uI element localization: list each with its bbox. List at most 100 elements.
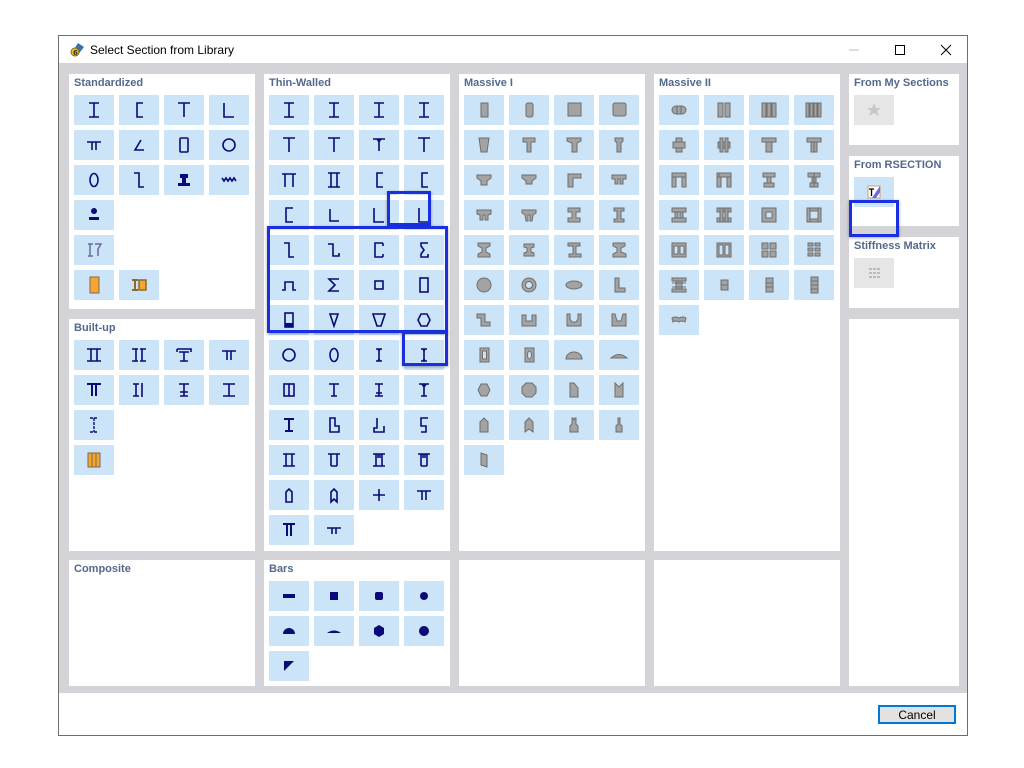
section-type-tile[interactable] <box>269 305 309 335</box>
cancel-button[interactable]: Cancel <box>878 705 956 724</box>
section-type-tile[interactable] <box>404 581 444 611</box>
section-type-tile[interactable] <box>464 375 504 405</box>
section-type-tile[interactable] <box>404 305 444 335</box>
section-type-tile[interactable] <box>269 130 309 160</box>
section-type-tile[interactable] <box>119 270 159 300</box>
section-type-tile[interactable] <box>599 375 639 405</box>
section-type-tile[interactable] <box>359 445 399 475</box>
section-type-tile[interactable] <box>749 200 789 230</box>
section-type-tile[interactable] <box>314 130 354 160</box>
section-type-tile[interactable] <box>509 130 549 160</box>
section-type-tile[interactable] <box>464 200 504 230</box>
section-type-tile[interactable] <box>209 130 249 160</box>
section-type-tile[interactable] <box>404 235 444 265</box>
section-type-tile[interactable] <box>854 258 894 288</box>
section-type-tile[interactable] <box>794 235 834 265</box>
section-type-tile[interactable] <box>74 340 114 370</box>
section-type-tile[interactable] <box>119 165 159 195</box>
section-type-tile[interactable] <box>74 165 114 195</box>
section-type-tile[interactable] <box>164 375 204 405</box>
section-type-tile[interactable] <box>74 130 114 160</box>
section-type-tile[interactable] <box>509 235 549 265</box>
section-type-tile[interactable] <box>74 445 114 475</box>
section-type-tile[interactable] <box>404 200 444 230</box>
section-type-tile[interactable] <box>464 305 504 335</box>
section-type-tile[interactable] <box>509 165 549 195</box>
section-type-tile[interactable] <box>464 445 504 475</box>
section-type-tile[interactable] <box>314 165 354 195</box>
section-type-tile[interactable] <box>269 651 309 681</box>
section-type-tile[interactable] <box>704 95 744 125</box>
section-type-tile[interactable] <box>659 305 699 335</box>
section-type-tile[interactable] <box>269 445 309 475</box>
section-type-tile[interactable] <box>314 270 354 300</box>
maximize-button[interactable] <box>877 36 923 63</box>
section-type-tile[interactable] <box>464 270 504 300</box>
section-type-tile[interactable] <box>704 270 744 300</box>
section-type-tile[interactable] <box>599 200 639 230</box>
section-type-tile[interactable] <box>269 200 309 230</box>
section-type-tile[interactable] <box>209 95 249 125</box>
section-type-tile[interactable] <box>509 375 549 405</box>
section-type-tile[interactable] <box>314 200 354 230</box>
section-type-tile[interactable] <box>74 410 114 440</box>
section-type-tile[interactable] <box>464 165 504 195</box>
section-type-tile[interactable] <box>554 165 594 195</box>
section-type-tile[interactable] <box>704 165 744 195</box>
section-type-tile[interactable] <box>314 95 354 125</box>
section-type-tile[interactable] <box>509 95 549 125</box>
section-type-tile[interactable] <box>359 130 399 160</box>
section-type-tile[interactable] <box>554 235 594 265</box>
section-type-tile[interactable] <box>659 270 699 300</box>
section-type-tile[interactable] <box>464 130 504 160</box>
section-type-tile[interactable] <box>404 270 444 300</box>
section-type-tile[interactable] <box>749 235 789 265</box>
section-type-tile[interactable] <box>164 95 204 125</box>
section-type-tile[interactable] <box>404 165 444 195</box>
section-type-tile[interactable] <box>359 235 399 265</box>
section-type-tile[interactable] <box>794 95 834 125</box>
section-type-tile[interactable] <box>404 616 444 646</box>
section-type-tile[interactable] <box>464 410 504 440</box>
section-type-tile[interactable] <box>314 515 354 545</box>
section-type-tile[interactable] <box>554 305 594 335</box>
section-type-tile[interactable] <box>554 340 594 370</box>
section-type-tile[interactable] <box>599 340 639 370</box>
section-type-tile[interactable] <box>749 130 789 160</box>
section-type-tile[interactable] <box>269 480 309 510</box>
section-type-tile[interactable] <box>404 130 444 160</box>
section-type-tile[interactable] <box>314 305 354 335</box>
section-type-tile[interactable] <box>509 410 549 440</box>
section-type-tile[interactable] <box>554 270 594 300</box>
section-type-tile[interactable] <box>359 410 399 440</box>
section-type-tile[interactable] <box>794 270 834 300</box>
section-type-tile[interactable] <box>359 200 399 230</box>
close-button[interactable] <box>923 36 969 63</box>
section-type-tile[interactable] <box>749 95 789 125</box>
section-type-tile[interactable] <box>314 445 354 475</box>
section-type-tile[interactable] <box>659 200 699 230</box>
section-type-tile[interactable] <box>269 375 309 405</box>
section-type-tile[interactable] <box>794 165 834 195</box>
section-type-tile[interactable] <box>314 340 354 370</box>
section-type-tile[interactable] <box>359 270 399 300</box>
section-type-tile[interactable] <box>659 235 699 265</box>
section-type-tile[interactable] <box>359 581 399 611</box>
section-type-tile[interactable] <box>314 410 354 440</box>
section-type-tile[interactable] <box>269 235 309 265</box>
section-type-tile[interactable] <box>464 95 504 125</box>
section-type-tile[interactable] <box>509 340 549 370</box>
section-type-tile[interactable] <box>659 165 699 195</box>
section-type-tile[interactable] <box>269 515 309 545</box>
section-type-tile[interactable] <box>269 616 309 646</box>
section-type-tile[interactable] <box>404 95 444 125</box>
section-type-tile[interactable] <box>704 235 744 265</box>
section-type-tile[interactable] <box>314 235 354 265</box>
section-type-tile[interactable] <box>404 410 444 440</box>
section-type-tile[interactable] <box>269 270 309 300</box>
section-type-tile[interactable] <box>599 130 639 160</box>
section-type-tile[interactable] <box>119 130 159 160</box>
section-type-tile[interactable] <box>464 235 504 265</box>
section-type-tile[interactable] <box>554 200 594 230</box>
section-type-tile[interactable] <box>404 340 444 370</box>
